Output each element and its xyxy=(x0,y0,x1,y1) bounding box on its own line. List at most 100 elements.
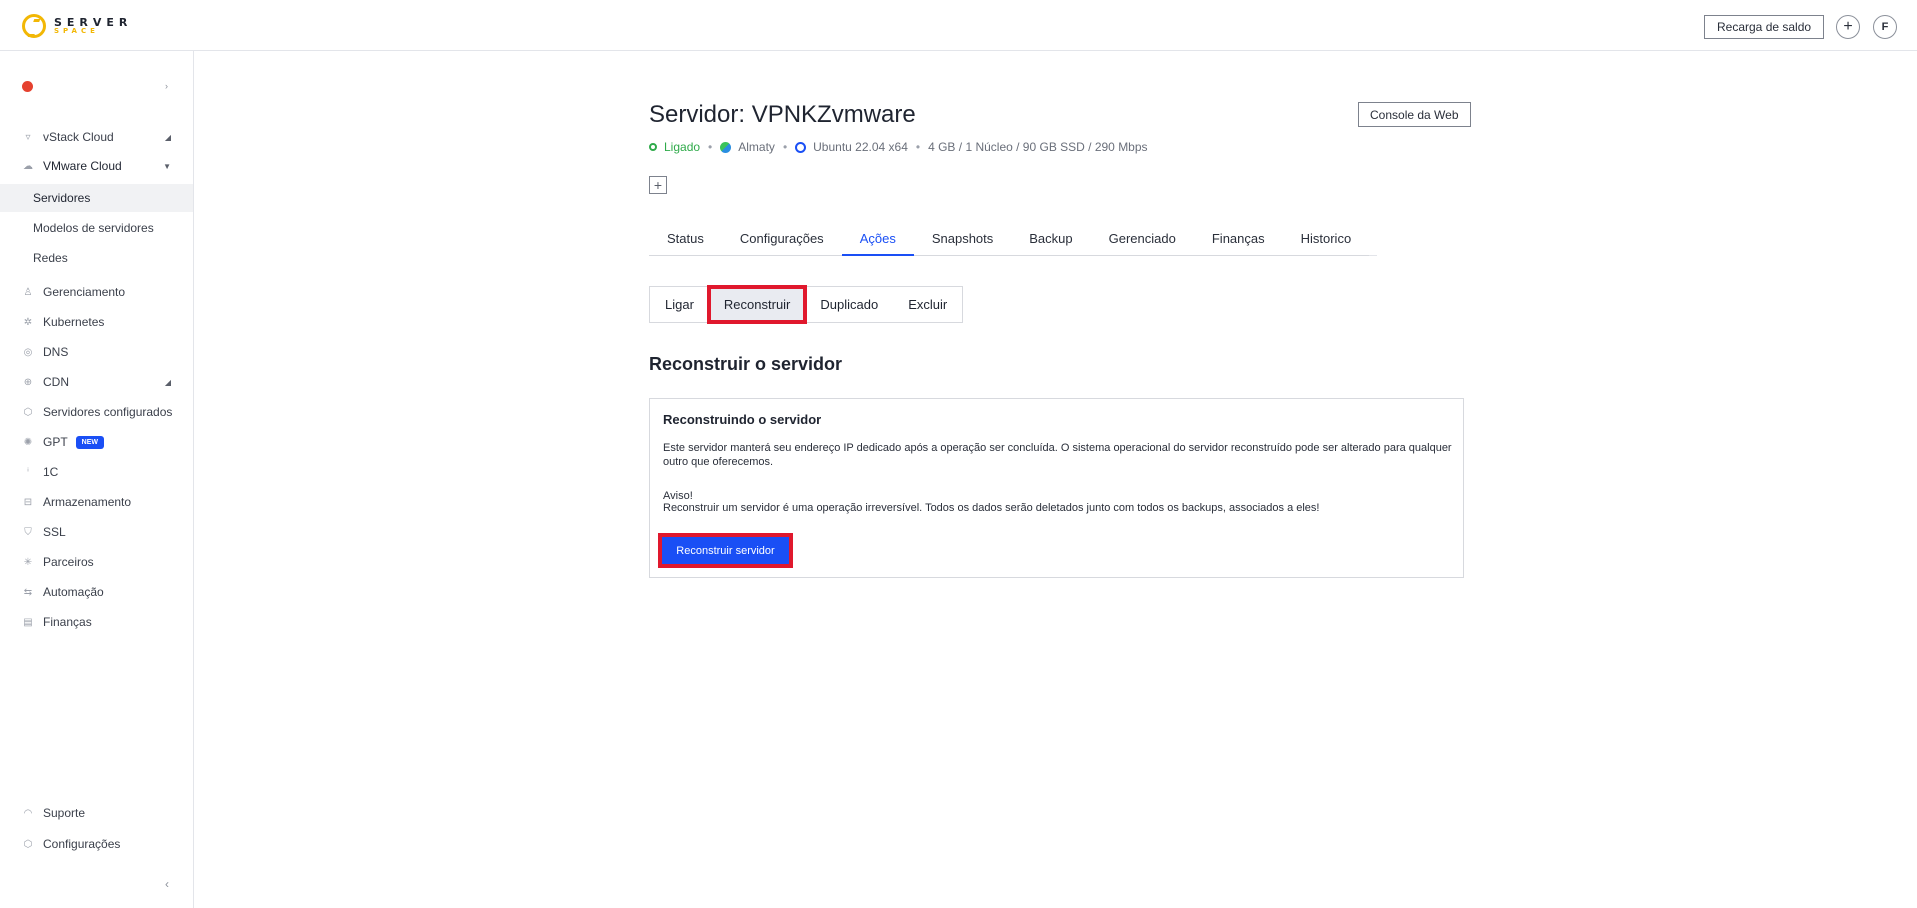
sidebar-item-label: Automação xyxy=(43,585,104,599)
sidebar-item-label: Armazenamento xyxy=(43,495,132,509)
sidebar-item-label: Configurações xyxy=(43,837,121,851)
separator: • xyxy=(915,140,921,154)
tab-financas[interactable]: Finanças xyxy=(1193,222,1283,256)
sidebar-item-financas[interactable]: ▤ Finanças xyxy=(0,608,193,636)
tab-snapshots[interactable]: Snapshots xyxy=(913,222,1012,256)
1c-icon: ⁱ xyxy=(27,466,29,478)
sidebar-item-1c[interactable]: ⁱ 1C xyxy=(0,458,193,486)
new-badge: NEW xyxy=(75,435,105,449)
add-tag-button[interactable]: + xyxy=(649,176,667,194)
sidebar-item-label: Redes xyxy=(33,251,68,265)
sidebar-item-suporte[interactable]: ◠ Suporte xyxy=(0,799,193,827)
sidebar-item-label: Modelos de servidores xyxy=(33,221,154,235)
tab-backup[interactable]: Backup xyxy=(1011,222,1091,256)
server-tabs: Status Configurações Ações Snapshots Bac… xyxy=(649,222,1377,256)
collapse-sidebar-icon[interactable]: ‹ xyxy=(165,877,169,891)
logo-text: SERVER SPACE xyxy=(54,17,132,35)
chevron-right-icon[interactable]: › xyxy=(165,81,168,91)
sidebar-item-parceiros[interactable]: ✳ Parceiros xyxy=(0,548,193,576)
headset-icon: ◠ xyxy=(23,807,33,819)
sidebar-item-label: Suporte xyxy=(43,806,86,820)
server-location: Almaty xyxy=(738,140,775,154)
box-icon: ⬡ xyxy=(23,406,33,418)
server-status: Ligado xyxy=(649,140,700,154)
sidebar-item-dns[interactable]: ◎ DNS xyxy=(0,338,193,366)
tab-acoes[interactable]: Ações xyxy=(841,222,914,256)
sidebar-subitem-servidores[interactable]: Servidores xyxy=(0,184,193,212)
user-icon: ♙ xyxy=(23,286,33,298)
tab-status[interactable]: Status xyxy=(649,222,722,256)
globe-icon: ⊕ xyxy=(23,376,33,388)
web-console-button[interactable]: Console da Web xyxy=(1358,102,1471,127)
server-status-label: Ligado xyxy=(664,140,701,154)
sidebar-item-vmware-cloud[interactable]: ☁ VMware Cloud ▼ xyxy=(0,152,193,180)
sidebar-item-automacao[interactable]: ⇆ Automação xyxy=(0,578,193,606)
action-segmented-control: Ligar Reconstruir Duplicado Excluir xyxy=(649,285,964,324)
sidebar-item-vstack-cloud[interactable]: ▿ vStack Cloud ◢ xyxy=(0,123,193,151)
ubuntu-icon xyxy=(795,141,807,153)
sidebar-item-label: Finanças xyxy=(43,615,92,629)
action-reconstruir[interactable]: Reconstruir xyxy=(706,285,808,324)
sidebar-item-label: 1C xyxy=(43,465,59,479)
avatar[interactable]: F xyxy=(1873,15,1897,39)
status-icon xyxy=(649,143,657,151)
sidebar: › ▿ vStack Cloud ◢ ☁ VMware Cloud ▼ Serv… xyxy=(0,51,194,908)
sidebar-item-gpt[interactable]: ✺ GPT NEW xyxy=(0,428,193,456)
caret-down-icon: ▼ xyxy=(163,161,171,171)
sidebar-item-label: Gerenciamento xyxy=(43,285,126,299)
sidebar-item-servidores-configurados[interactable]: ⬡ Servidores configurados xyxy=(0,398,193,426)
sidebar-item-label: DNS xyxy=(43,345,69,359)
logo-icon xyxy=(22,14,46,38)
server-os: Ubuntu 22.04 x64 xyxy=(813,140,908,154)
logo[interactable]: SERVER SPACE xyxy=(22,14,132,38)
sidebar-item-gerenciamento[interactable]: ♙ Gerenciamento xyxy=(0,278,193,306)
caret-icon: ◢ xyxy=(164,132,171,142)
separator: • xyxy=(782,140,788,154)
sidebar-subitem-modelos[interactable]: Modelos de servidores xyxy=(0,214,193,242)
warning-text: Reconstruir um servidor é uma operação i… xyxy=(663,502,1320,514)
finance-icon: ▤ xyxy=(23,616,33,628)
section-title: Reconstruir o servidor xyxy=(649,354,843,374)
location-icon xyxy=(720,141,732,153)
cloud-icon: ☁ xyxy=(23,160,33,172)
tab-configuracoes[interactable]: Configurações xyxy=(721,222,842,256)
dns-icon: ◎ xyxy=(23,346,33,358)
sidebar-item-label: SSL xyxy=(43,525,66,539)
action-ligar[interactable]: Ligar xyxy=(650,287,709,322)
vstack-icon: ▿ xyxy=(25,131,31,143)
logo-bottom-text: SPACE xyxy=(54,27,99,35)
recharge-button[interactable]: Recarga de saldo xyxy=(1704,15,1825,39)
sidebar-item-ssl[interactable]: ⛉ SSL xyxy=(0,518,193,546)
project-status-icon xyxy=(22,81,33,92)
separator: • xyxy=(708,140,713,154)
card-title: Reconstruindo o servidor xyxy=(663,412,822,427)
storage-icon: ⊟ xyxy=(23,496,33,508)
sidebar-item-configuracoes[interactable]: ⬡ Configurações xyxy=(0,830,193,858)
sidebar-subitem-redes[interactable]: Redes xyxy=(0,244,193,272)
sidebar-item-label: Parceiros xyxy=(43,555,94,569)
card-description: Este servidor manterá seu endereço IP de… xyxy=(663,442,1452,468)
caret-icon: ◢ xyxy=(164,377,171,387)
sidebar-item-cdn[interactable]: ⊕ CDN ◢ xyxy=(0,368,193,396)
tab-gerenciado[interactable]: Gerenciado xyxy=(1090,222,1194,256)
action-duplicado[interactable]: Duplicado xyxy=(805,287,893,322)
sidebar-item-kubernetes[interactable]: ✲ Kubernetes xyxy=(0,308,193,336)
shield-icon: ⛉ xyxy=(24,526,32,538)
tab-historico[interactable]: Historico xyxy=(1282,222,1370,256)
sidebar-item-label: Servidores configurados xyxy=(43,405,173,419)
add-button[interactable]: + xyxy=(1836,15,1860,39)
sidebar-item-label: VMware Cloud xyxy=(43,159,122,173)
sidebar-item-label: Kubernetes xyxy=(43,315,105,329)
sidebar-item-label: GPT xyxy=(43,435,68,449)
warning-title: Aviso! xyxy=(663,490,693,502)
top-bar: SERVER SPACE Recarga de saldo + F xyxy=(0,0,1917,51)
partners-icon: ✳ xyxy=(23,556,33,568)
kubernetes-icon: ✲ xyxy=(23,316,33,328)
server-specs: 4 GB / 1 Núcleo / 90 GB SSD / 290 Mbps xyxy=(928,140,1148,154)
server-meta: Ligado • Almaty • Ubuntu 22.04 x64 • 4 G… xyxy=(649,140,1148,154)
automation-icon: ⇆ xyxy=(23,586,33,598)
rebuild-server-button[interactable]: Reconstruir servidor xyxy=(658,533,793,568)
action-excluir[interactable]: Excluir xyxy=(893,287,962,322)
sidebar-item-armazenamento[interactable]: ⊟ Armazenamento xyxy=(0,488,193,516)
gpt-icon: ✺ xyxy=(23,436,33,448)
